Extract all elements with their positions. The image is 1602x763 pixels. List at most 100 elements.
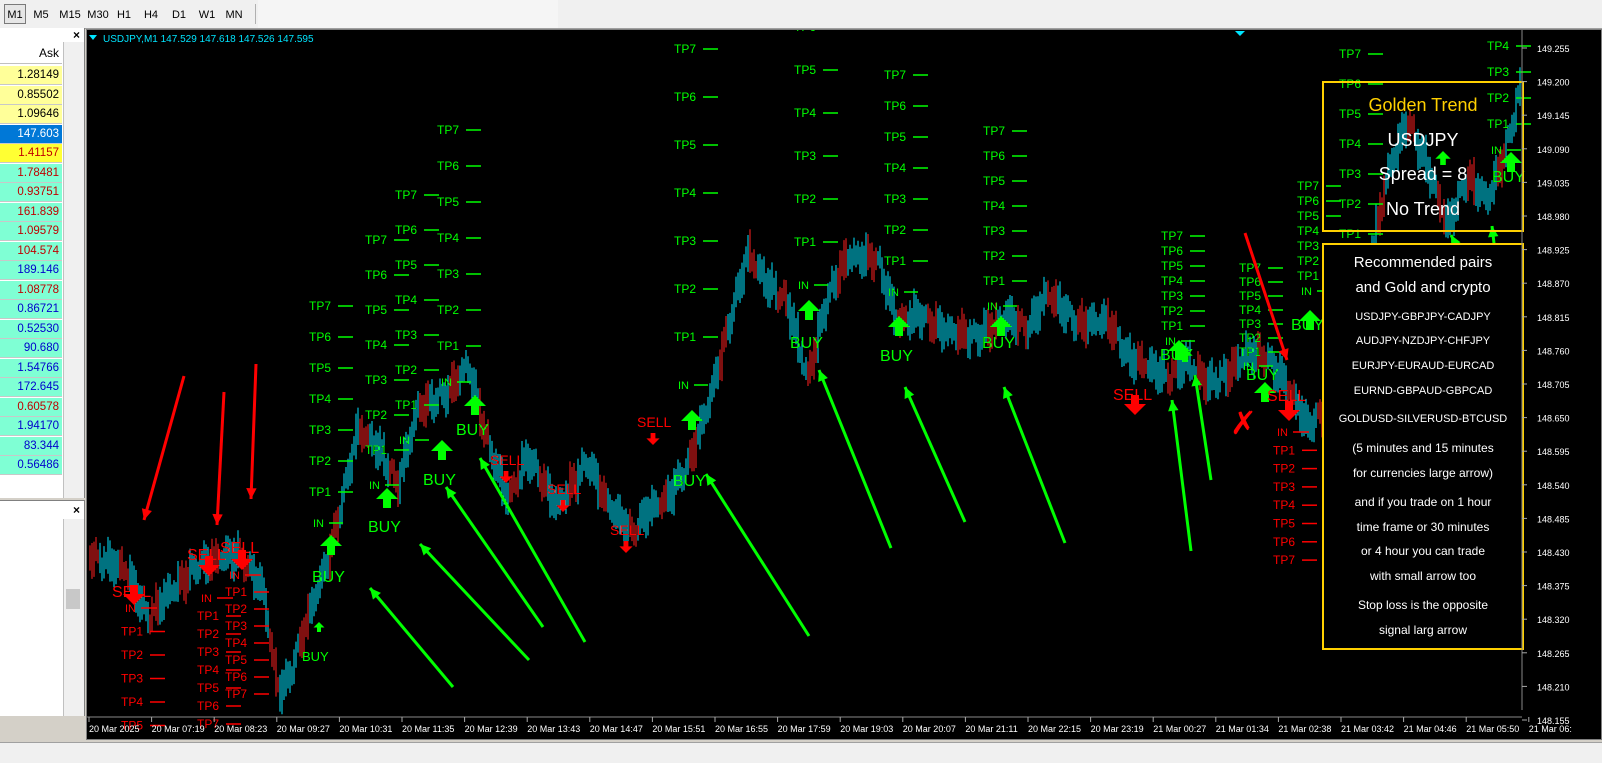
- price-label: 148.595: [1537, 447, 1570, 457]
- timeframe-toolbar: M1 M5 M15 M30 H1 H4 D1 W1 MN: [0, 0, 1602, 29]
- take-profit-label: TP5: [309, 361, 331, 375]
- ask-quote-row[interactable]: 0.93751: [0, 183, 62, 202]
- ask-quote-row[interactable]: 1.94170: [0, 417, 62, 436]
- timeframe-h4[interactable]: H4: [140, 4, 162, 24]
- sell-signal-label: SELL: [547, 481, 581, 497]
- buy-signal-label: BUY: [982, 335, 1015, 352]
- box-pair: USDJPY: [1387, 130, 1458, 150]
- ask-quote-row[interactable]: 104.574: [0, 241, 62, 261]
- take-profit-label: TP6: [225, 670, 247, 684]
- take-profit-label: TP5: [1161, 259, 1183, 273]
- entry-label: IN: [678, 380, 689, 392]
- buy-signal-label: BUY: [880, 348, 913, 365]
- take-profit-label: TP1: [437, 339, 459, 353]
- entry-label: IN: [125, 603, 136, 615]
- take-profit-label: TP1: [1161, 319, 1183, 333]
- time-label: 20 Mar 08:23: [214, 724, 267, 734]
- ask-quote-row[interactable]: 83.344: [0, 436, 62, 456]
- recommendation-line: AUDJPY-NZDJPY-CHFJPY: [1356, 335, 1491, 347]
- take-profit-label: TP7: [1297, 179, 1319, 193]
- take-profit-label: TP5: [395, 258, 417, 272]
- entry-label: IN: [1491, 145, 1502, 157]
- scrollbar-thumb[interactable]: [66, 589, 80, 609]
- ask-quote-row[interactable]: 1.09646: [0, 105, 62, 124]
- recommendation-line: USDJPY-GBPJPY-CADJPY: [1355, 311, 1491, 323]
- take-profit-label: TP6: [674, 90, 696, 104]
- ask-quote-row[interactable]: 0.86721: [0, 300, 62, 319]
- ask-quote-row[interactable]: 1.28149: [0, 66, 62, 85]
- take-profit-label: TP1: [1487, 117, 1509, 131]
- timeframe-d1[interactable]: D1: [168, 4, 190, 24]
- sell-signal-label: SELL: [610, 522, 644, 538]
- timeframe-h1[interactable]: H1: [113, 4, 135, 24]
- ask-quote-row[interactable]: 147.603: [0, 124, 62, 144]
- timeframe-mn[interactable]: MN: [222, 4, 246, 24]
- ask-quote-row[interactable]: 1.54766: [0, 358, 62, 378]
- close-icon[interactable]: ×: [73, 503, 80, 517]
- ask-quote-row[interactable]: 1.08778: [0, 280, 62, 300]
- time-label: 21 Mar 02:38: [1278, 724, 1331, 734]
- ask-quote-row[interactable]: 90.680: [0, 339, 62, 358]
- recommendation-line: time frame or 30 minutes: [1357, 520, 1490, 534]
- timeframe-m5[interactable]: M5: [30, 4, 52, 24]
- timeframe-m15[interactable]: M15: [56, 4, 84, 24]
- ask-quote-row[interactable]: 0.52530: [0, 319, 62, 339]
- time-label: 20 Mar 13:43: [527, 724, 580, 734]
- recommendation-line: and Gold and crypto: [1355, 279, 1490, 296]
- take-profit-label: TP2: [1161, 304, 1183, 318]
- take-profit-label: TP3: [395, 328, 417, 342]
- take-profit-label: TP2: [1487, 91, 1509, 105]
- ask-column-header[interactable]: Ask: [0, 42, 62, 64]
- price-label: 148.320: [1537, 615, 1570, 625]
- close-icon[interactable]: ×: [73, 28, 80, 42]
- time-label: 20 Mar 11:35: [402, 724, 454, 734]
- ask-quote-row[interactable]: 161.839: [0, 202, 62, 222]
- buy-signal-label: BUY: [673, 473, 706, 490]
- time-label: 20 Mar 15:51: [652, 724, 705, 734]
- time-label: 21 Mar 05:50: [1466, 724, 1519, 734]
- take-profit-label: TP2: [1297, 254, 1319, 268]
- ask-quote-row[interactable]: 172.645: [0, 378, 62, 397]
- take-profit-label: TP3: [1161, 289, 1183, 303]
- take-profit-label: TP6: [309, 330, 331, 344]
- take-profit-label: TP5: [794, 63, 816, 77]
- take-profit-label: TP3: [794, 149, 816, 163]
- navigator-scrollbar[interactable]: [63, 519, 84, 716]
- timeframe-m1[interactable]: M1: [4, 4, 26, 24]
- buy-signal-label: BUY: [456, 422, 489, 439]
- entry-label: IN: [798, 280, 809, 292]
- sell-signal-label: SELL: [490, 452, 524, 468]
- take-profit-label: TP4: [437, 231, 459, 245]
- ask-quote-row[interactable]: 189.146: [0, 261, 62, 280]
- take-profit-label: TP4: [395, 293, 417, 307]
- take-profit-label: TP6: [794, 30, 816, 34]
- entry-label: IN: [1165, 336, 1176, 348]
- entry-label: IN: [1277, 427, 1288, 439]
- take-profit-label: TP7: [395, 188, 417, 202]
- price-label: 148.980: [1537, 212, 1570, 222]
- ask-quote-row[interactable]: 1.09579: [0, 222, 62, 241]
- time-label: 20 Mar 2025: [89, 724, 140, 734]
- take-profit-label: TP3: [365, 373, 387, 387]
- ask-quote-row[interactable]: 0.56486: [0, 456, 62, 475]
- take-profit-label: TP4: [225, 636, 247, 650]
- take-profit-label: TP5: [437, 195, 459, 209]
- market-watch-scrollbar[interactable]: [63, 42, 84, 498]
- take-profit-label: TP2: [437, 303, 459, 317]
- take-profit-label: TP4: [674, 186, 696, 200]
- time-label: 20 Mar 21:11: [965, 724, 1017, 734]
- timeframe-w1[interactable]: W1: [195, 4, 219, 24]
- timeframe-m30[interactable]: M30: [84, 4, 112, 24]
- take-profit-label: TP2: [1339, 197, 1361, 211]
- ask-quote-row[interactable]: 1.41157: [0, 144, 62, 163]
- navigator-panel: ×: [0, 500, 85, 716]
- ask-quote-row[interactable]: 0.60578: [0, 397, 62, 417]
- ask-quote-row[interactable]: 1.78481: [0, 163, 62, 183]
- take-profit-label: TP2: [674, 282, 696, 296]
- take-profit-label: TP4: [197, 663, 219, 677]
- price-chart[interactable]: USDJPY,M1 147.529 147.618 147.526 147.59…: [86, 29, 1602, 740]
- ask-quote-row[interactable]: 0.85502: [0, 85, 62, 105]
- take-profit-label: TP3: [197, 645, 219, 659]
- price-label: 148.540: [1537, 481, 1570, 491]
- price-label: 148.485: [1537, 514, 1570, 524]
